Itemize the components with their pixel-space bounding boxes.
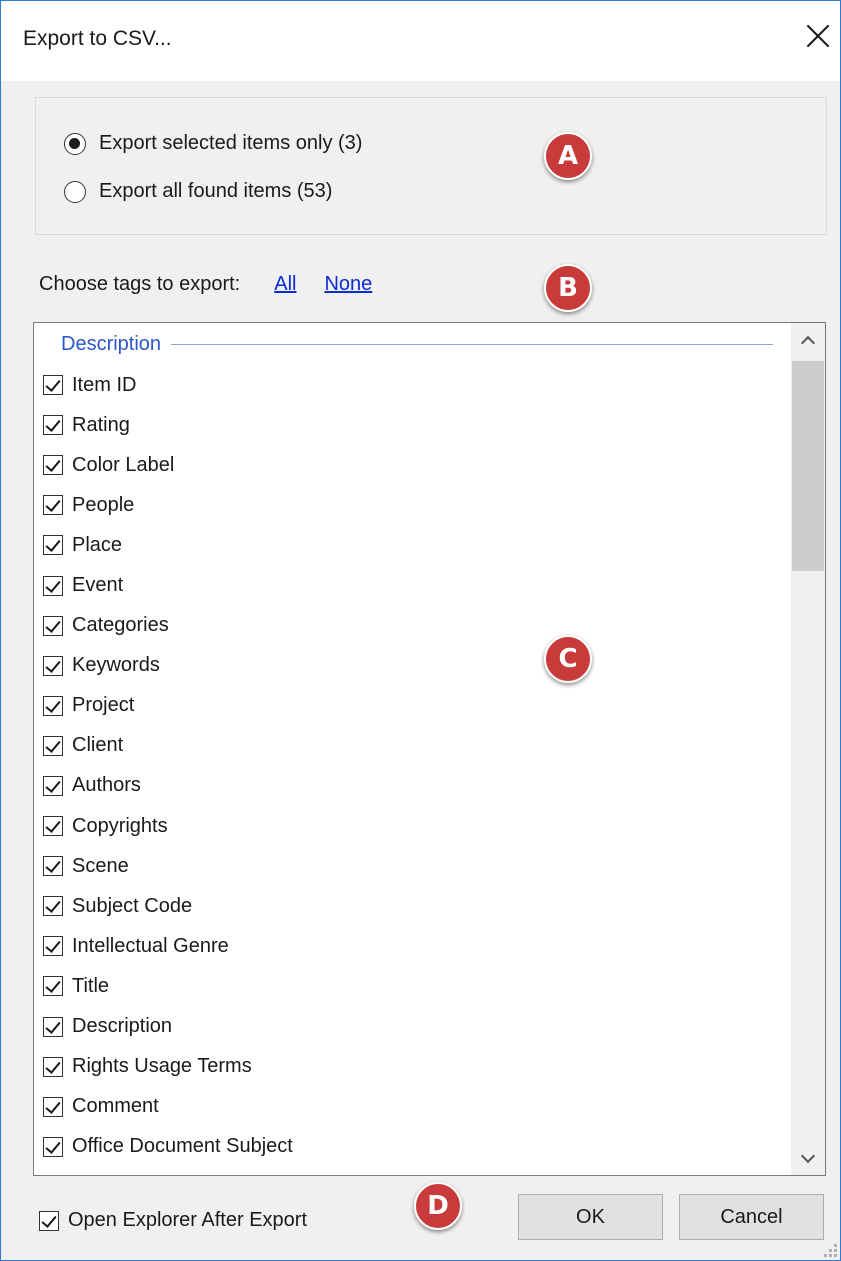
checkbox-indicator[interactable] [43,816,63,837]
resize-grip-icon[interactable] [823,1243,839,1259]
tag-label: Comment [72,1095,159,1118]
tag-checkbox-item[interactable]: Copyrights [43,806,293,846]
callout-a: A [544,132,592,180]
export-csv-dialog: Export to CSV... Export selected items o… [0,0,841,1261]
checkbox-indicator[interactable] [43,735,63,756]
tag-checkbox-item[interactable]: Place [43,525,293,565]
checkbox-indicator[interactable] [43,976,63,997]
checkbox-indicator[interactable] [43,655,63,676]
tag-label: Office Document Subject [72,1135,293,1158]
open-explorer-label: Open Explorer After Export [68,1209,308,1231]
scroll-up-icon[interactable] [791,323,825,357]
tag-label: Title [72,974,110,997]
vertical-scrollbar[interactable] [791,323,825,1175]
tag-checkbox-item[interactable]: Authors [43,766,293,806]
scroll-down-icon[interactable] [791,1141,825,1175]
checkbox-indicator[interactable] [43,1136,63,1157]
tag-checkbox-item[interactable]: Title [43,966,293,1006]
tag-checkbox-item[interactable]: Client [43,726,293,766]
checkbox-indicator[interactable] [43,936,63,957]
select-all-link[interactable]: All [274,273,296,296]
callout-b: B [544,264,592,312]
scrollbar-thumb[interactable] [792,361,824,571]
checkbox-indicator[interactable] [39,1210,59,1231]
group-header-description: Description [61,333,773,356]
export-selected-label: Export selected items only (3) [99,132,363,154]
tag-label: Color Label [72,453,175,476]
tag-label: Rating [72,413,130,436]
checkbox-indicator[interactable] [43,375,63,396]
tag-label: Event [72,574,124,597]
tag-checkbox-item[interactable]: Subject Code [43,886,293,926]
dialog-title: Export to CSV... [23,27,172,50]
callout-d: D [414,1182,462,1230]
export-all-label: Export all found items (53) [99,180,333,202]
checkbox-indicator[interactable] [43,856,63,877]
tag-checkbox-item[interactable]: Keywords [43,646,293,686]
tag-label: Keywords [72,654,160,677]
export-scope-group: Export selected items only (3) Export al… [35,97,827,235]
tag-checkbox-item[interactable]: Office Document Subject [43,1127,293,1167]
tag-checkbox-item[interactable]: Rating [43,405,293,445]
tag-checkbox-item[interactable]: Scene [43,846,293,886]
ok-button[interactable]: OK [518,1194,663,1240]
checkbox-indicator[interactable] [43,775,63,796]
tag-items: Item ID Rating Color Label People Place Event… [43,365,293,1167]
checkbox-indicator[interactable] [43,615,63,636]
tag-label: People [72,493,135,516]
tag-label: Description [72,1015,173,1038]
checkbox-indicator[interactable] [43,535,63,556]
tag-checkbox-item[interactable]: Event [43,565,293,605]
tag-label: Copyrights [72,814,168,837]
choose-tags-row: Choose tags to export: All None [39,273,372,296]
callout-c: C [544,635,592,683]
checkbox-indicator[interactable] [43,455,63,476]
group-header-label: Description [61,333,162,355]
checkbox-indicator[interactable] [43,495,63,516]
checkbox-indicator[interactable] [43,1016,63,1037]
tag-label: Rights Usage Terms [72,1055,252,1078]
tag-label: Subject Code [72,894,193,917]
cancel-button[interactable]: Cancel [679,1194,824,1240]
tag-checkbox-item[interactable]: Rights Usage Terms [43,1047,293,1087]
checkbox-indicator[interactable] [43,1096,63,1117]
tag-checkbox-item[interactable]: Description [43,1007,293,1047]
group-header-divider [171,344,773,345]
tag-checkbox-item[interactable]: Item ID [43,365,293,405]
close-icon[interactable] [797,17,841,61]
export-all-radio[interactable]: Export all found items (53) [64,180,332,203]
tag-checkbox-item[interactable]: Intellectual Genre [43,926,293,966]
checkbox-indicator[interactable] [43,695,63,716]
tag-checkbox-item[interactable]: People [43,485,293,525]
tag-label: Place [72,533,123,556]
tag-label: Intellectual Genre [72,934,229,957]
open-explorer-checkbox[interactable]: Open Explorer After Export [39,1209,307,1232]
tag-checkbox-item[interactable]: Color Label [43,445,293,485]
choose-tags-label: Choose tags to export: [39,273,241,295]
tags-list[interactable]: Description Item ID Rating Color Label Peop… [33,322,826,1176]
tag-label: Client [72,734,124,757]
radio-unselected-indicator[interactable] [64,180,86,203]
checkbox-indicator[interactable] [43,1056,63,1077]
tag-label: Categories [72,614,169,637]
tag-label: Item ID [72,373,137,396]
tag-checkbox-item[interactable]: Project [43,686,293,726]
checkbox-indicator[interactable] [43,896,63,917]
tag-checkbox-item[interactable]: Comment [43,1087,293,1127]
export-selected-radio[interactable]: Export selected items only (3) [64,132,362,155]
radio-selected-indicator[interactable] [64,132,86,155]
tag-label: Authors [72,774,141,797]
checkbox-indicator[interactable] [43,415,63,436]
select-none-link[interactable]: None [324,273,372,296]
title-bar: Export to CSV... [1,1,840,81]
tag-checkbox-item[interactable]: Categories [43,606,293,646]
tag-label: Project [72,694,135,717]
checkbox-indicator[interactable] [43,575,63,596]
tag-label: Scene [72,854,129,877]
